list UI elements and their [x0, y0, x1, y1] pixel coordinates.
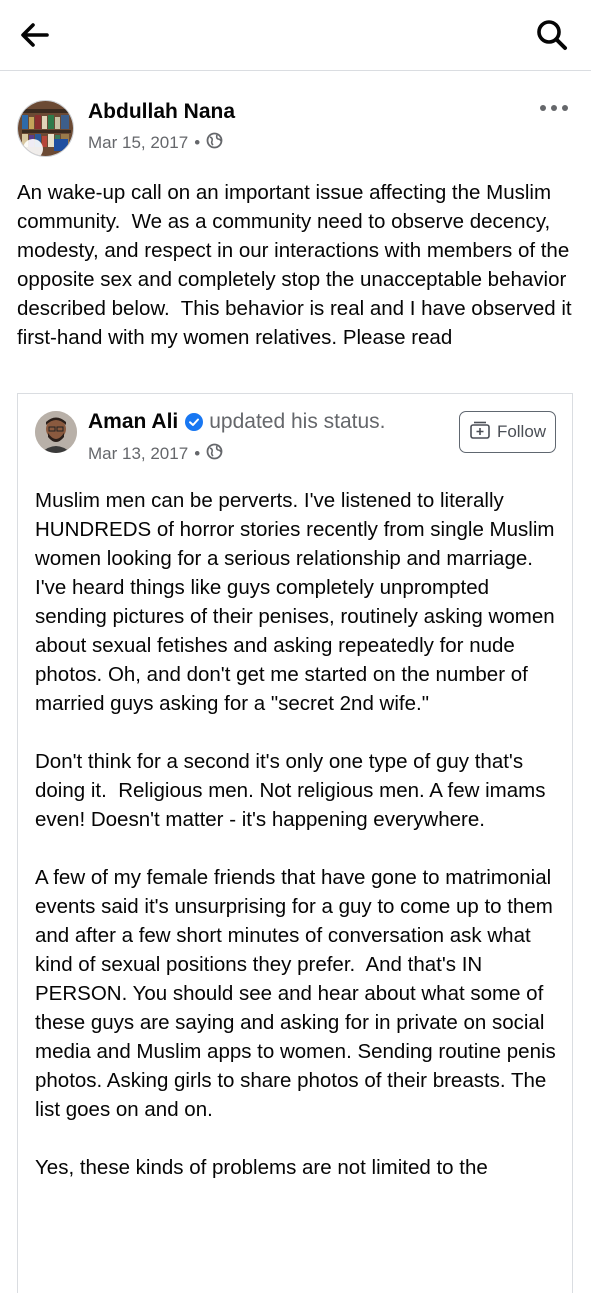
verified-badge-icon: [185, 413, 204, 431]
shared-text: Muslim men can be perverts. I've listene…: [35, 486, 565, 1211]
avatar[interactable]: [17, 100, 74, 157]
shared-author-line: Aman Ali updated his status.: [88, 410, 386, 434]
search-icon[interactable]: [532, 16, 572, 54]
globe-icon: [206, 132, 223, 154]
follow-label: Follow: [496, 422, 547, 441]
meta-separator: •: [194, 133, 201, 152]
post-author[interactable]: Abdullah Nana: [88, 100, 235, 124]
shared-paragraph: Muslim men can be perverts. I've listene…: [35, 489, 561, 715]
shared-post[interactable]: Aman Ali updated his status. Mar 13, 201…: [17, 393, 573, 1293]
shared-paragraph: Don't think for a second it's only one t…: [35, 750, 552, 831]
shared-meta: Mar 13, 2017 •: [88, 443, 223, 465]
follow-button[interactable]: Follow: [459, 411, 556, 453]
shared-avatar[interactable]: [35, 411, 77, 453]
more-options-icon[interactable]: [538, 100, 570, 116]
follow-icon: [469, 420, 491, 445]
globe-icon: [206, 443, 223, 465]
shared-paragraph: A few of my female friends that have gon…: [35, 866, 562, 1121]
shared-paragraph: Yes, these kinds of problems are not lim…: [35, 1156, 488, 1179]
shared-author[interactable]: Aman Ali: [88, 410, 178, 434]
post-meta: Mar 15, 2017 •: [88, 132, 223, 154]
meta-separator: •: [194, 444, 201, 463]
shared-date[interactable]: Mar 13, 2017: [88, 444, 188, 464]
post-text: An wake-up call on an important issue af…: [17, 181, 578, 349]
top-bar: [0, 0, 591, 71]
back-arrow-icon[interactable]: [16, 16, 54, 54]
shared-action: updated his status.: [209, 410, 386, 433]
post-date[interactable]: Mar 15, 2017: [88, 133, 188, 153]
